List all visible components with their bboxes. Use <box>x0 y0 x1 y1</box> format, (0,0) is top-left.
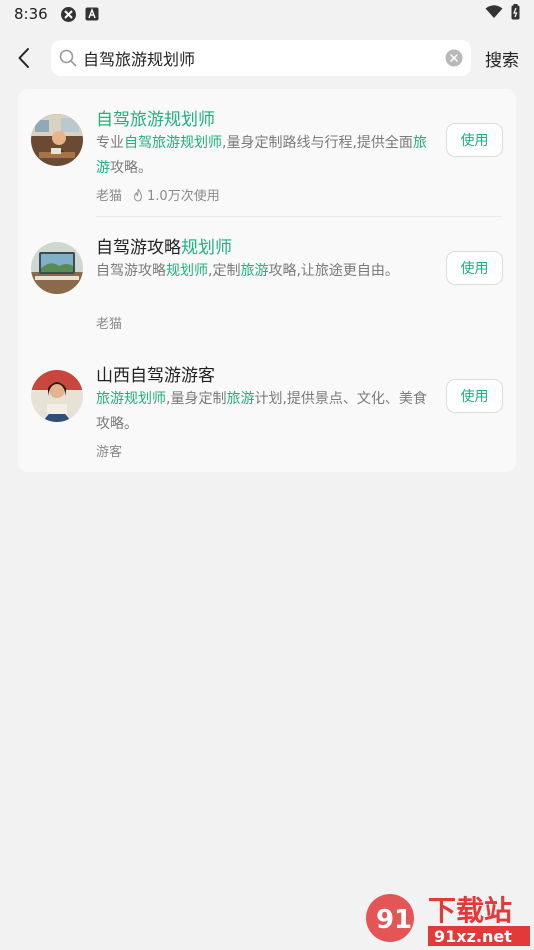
result-meta: 老猫 <box>96 313 122 332</box>
status-bar: 8:36 <box>0 0 534 28</box>
text-segment: ,定制 <box>208 263 241 279</box>
result-description: 自驾游攻略规划师,定制旅游攻略,让旅途更自由。 <box>96 259 436 284</box>
result-item[interactable]: 自驾旅游规划师 专业自驾旅游规划师,量身定制路线与行程,提供全面旅游攻略。 老猫… <box>18 89 516 217</box>
chevron-left-icon <box>18 48 29 68</box>
result-author: 老猫 <box>96 189 123 204</box>
avatar <box>31 114 83 166</box>
battery-icon <box>511 4 520 24</box>
highlight-text: 规划师 <box>181 238 232 258</box>
search-icon <box>59 49 77 67</box>
result-item[interactable]: 山西自驾游游客 旅游规划师,量身定制旅游计划,提供景点、文化、美食攻略。 游客 … <box>18 345 516 473</box>
highlight-text: 自驾旅游规划师 <box>96 110 215 130</box>
text-segment: 山西自驾游游客 <box>96 366 215 386</box>
search-box[interactable] <box>51 40 471 76</box>
text-segment: 自驾游攻略 <box>96 238 181 258</box>
result-author: 游客 <box>96 445 123 460</box>
watermark-brand: 下载站 <box>428 894 512 927</box>
result-item[interactable]: 自驾游攻略规划师 自驾游攻略规划师,定制旅游攻略,让旅途更自由。 老猫 使用 <box>18 217 516 345</box>
text-segment: 攻略。 <box>110 160 152 176</box>
highlight-text: 旅游规划师 <box>96 391 166 407</box>
avatar <box>31 242 83 294</box>
back-button[interactable] <box>0 40 48 76</box>
status-time: 8:36 <box>14 5 48 23</box>
result-usage: 1.0万次使用 <box>147 189 220 204</box>
result-description: 旅游规划师,量身定制旅游计划,提供景点、文化、美食攻略。 <box>96 387 436 437</box>
highlight-text: 自驾旅游规划师 <box>124 135 222 151</box>
result-meta: 老猫 1.0万次使用 <box>96 185 220 204</box>
result-title: 自驾游攻略规划师 <box>96 233 232 258</box>
result-meta: 游客 <box>96 441 122 460</box>
text-segment: ,量身定制路线与行程,提供全面 <box>222 135 413 151</box>
text-segment: ,量身定制 <box>166 391 227 407</box>
watermark-domain: 91xz.net <box>434 927 512 946</box>
svg-text:1: 1 <box>394 905 412 935</box>
fire-icon <box>132 188 144 202</box>
use-button[interactable]: 使用 <box>446 123 503 157</box>
watermark-logo: 9 1 下载站 91xz.net <box>362 888 534 950</box>
use-button[interactable]: 使用 <box>446 379 503 413</box>
avatar <box>31 370 83 422</box>
text-segment: 攻略,让旅途更自由。 <box>268 263 399 279</box>
highlight-text: 规划师 <box>166 263 208 279</box>
highlight-text: 旅游 <box>240 263 269 279</box>
keyboard-notification-icon <box>85 7 99 21</box>
result-author: 老猫 <box>96 317 123 332</box>
search-input[interactable] <box>83 48 445 68</box>
result-title: 山西自驾游游客 <box>96 361 215 386</box>
clear-icon[interactable] <box>445 49 463 67</box>
app-notification-icon <box>60 6 77 23</box>
use-button[interactable]: 使用 <box>446 251 503 285</box>
wifi-icon <box>485 5 503 23</box>
svg-text:9: 9 <box>376 905 394 935</box>
text-segment: 自驾游攻略 <box>96 263 166 279</box>
results-list: 自驾旅游规划师 专业自驾旅游规划师,量身定制路线与行程,提供全面旅游攻略。 老猫… <box>18 89 516 472</box>
search-header: 搜索 <box>0 40 534 76</box>
text-segment: 专业 <box>96 135 124 151</box>
search-button[interactable]: 搜索 <box>485 46 519 71</box>
highlight-text: 旅游 <box>226 391 255 407</box>
result-description: 专业自驾旅游规划师,量身定制路线与行程,提供全面旅游攻略。 <box>96 131 436 181</box>
result-title: 自驾旅游规划师 <box>96 105 215 130</box>
